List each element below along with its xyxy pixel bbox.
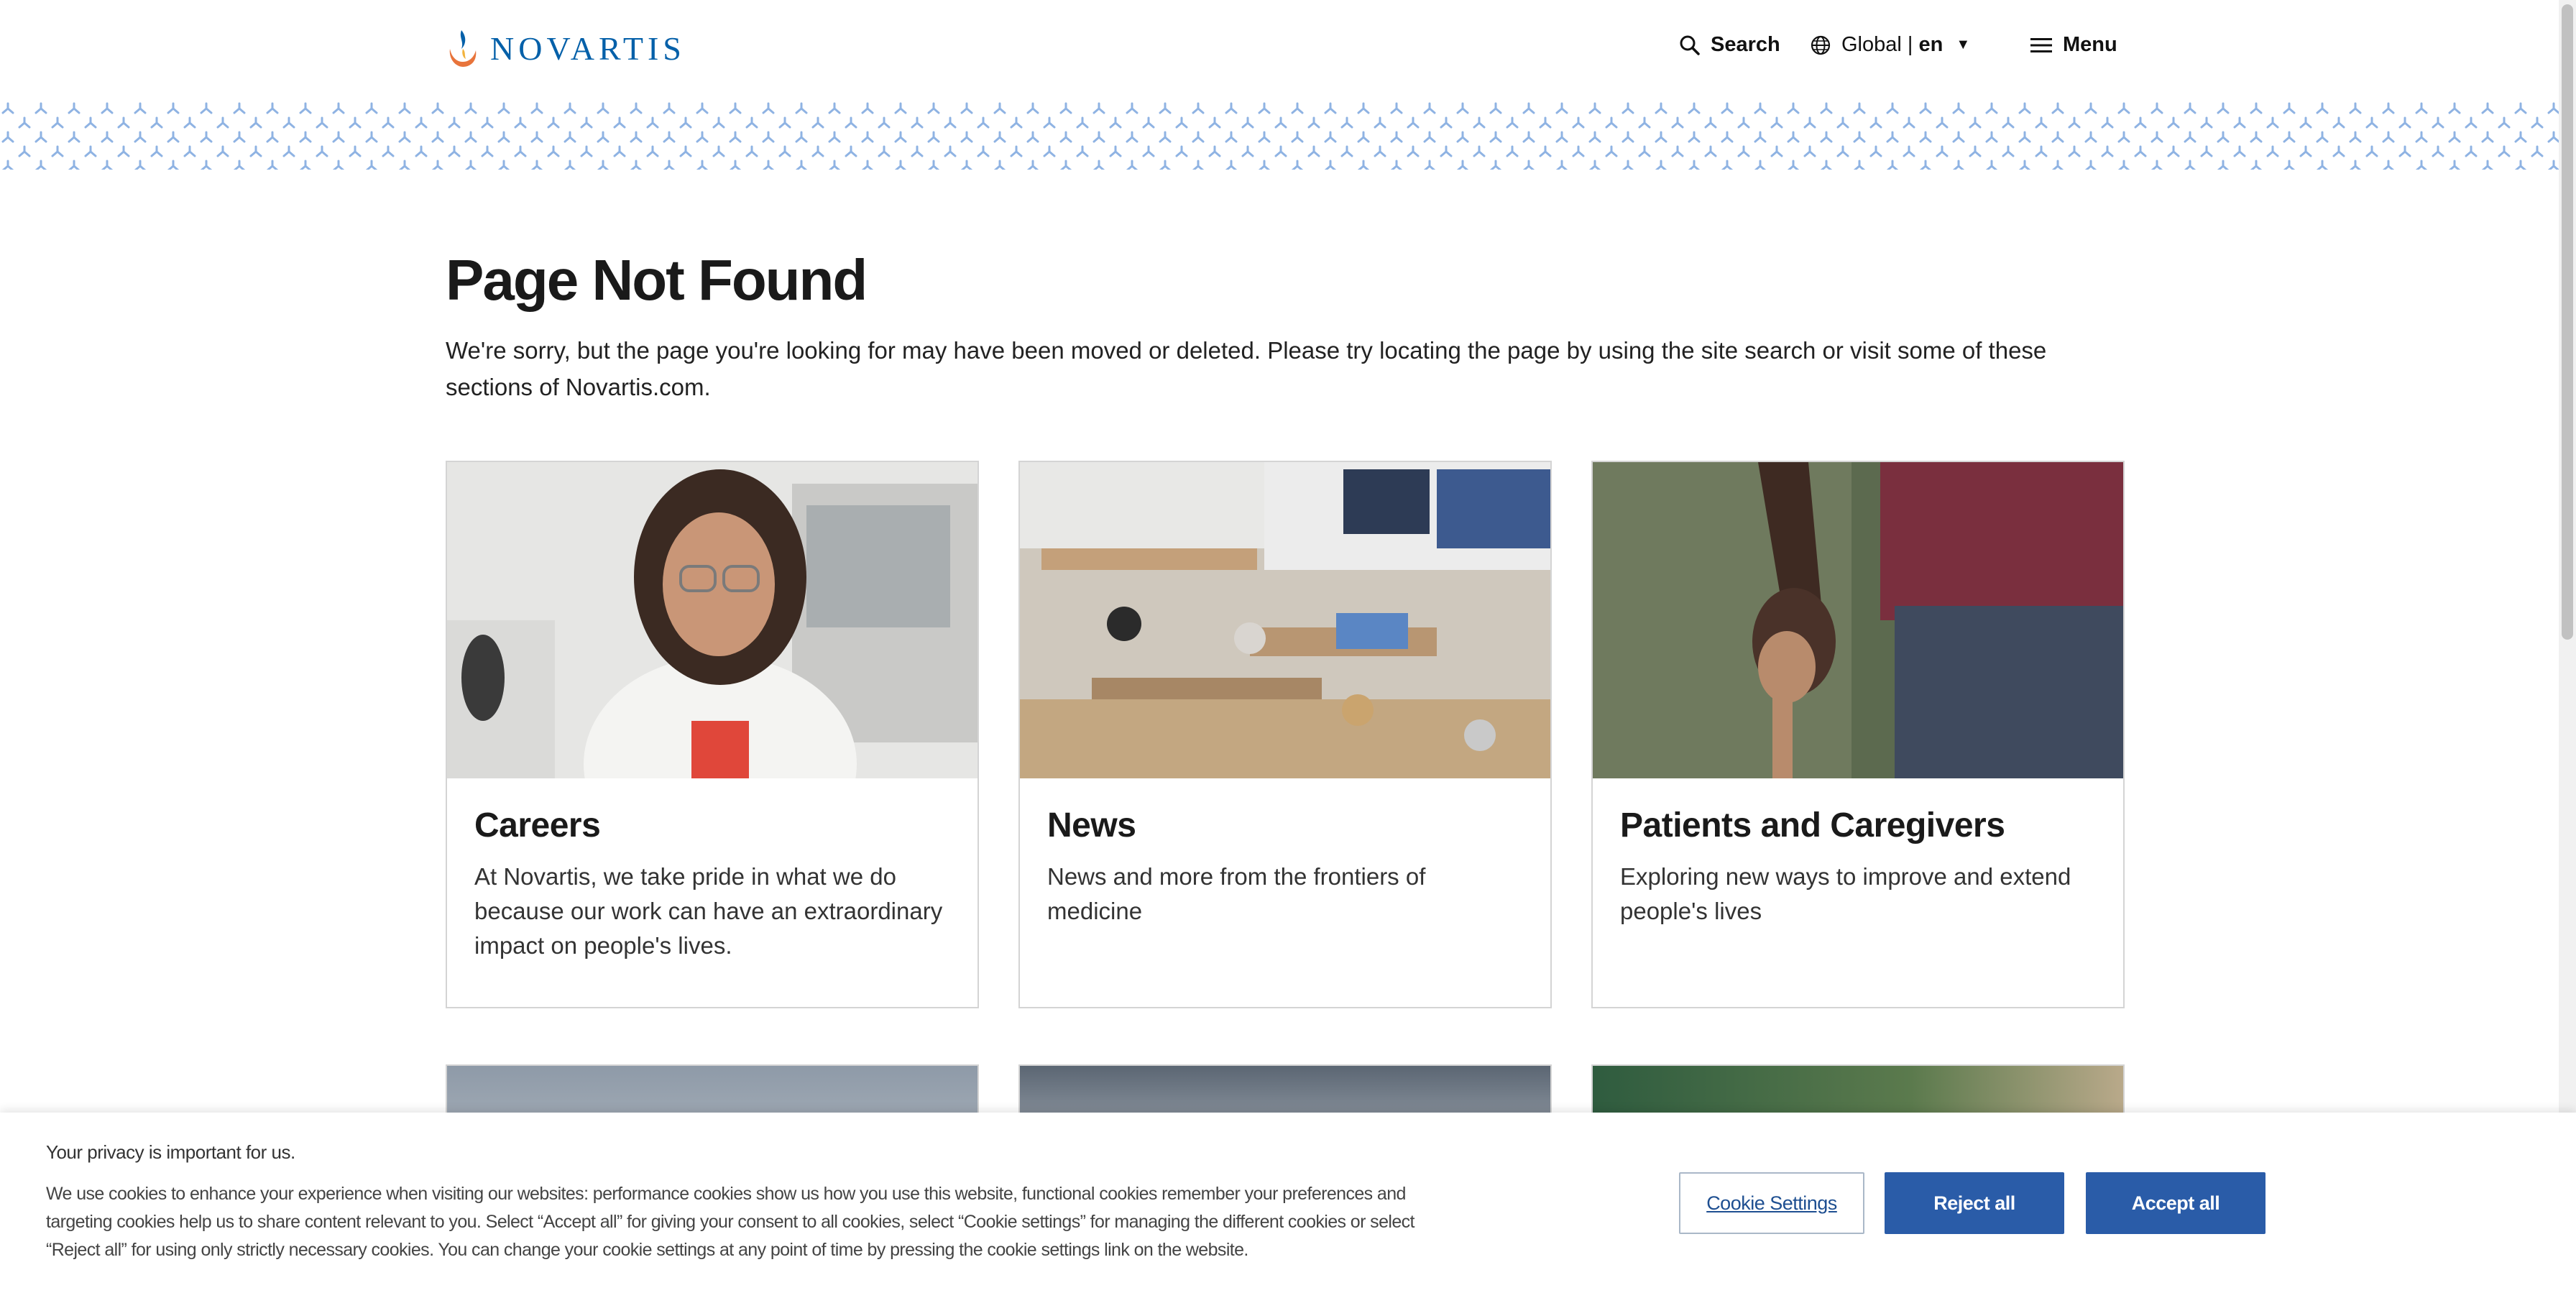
careers-image <box>447 462 978 778</box>
card-title: Patients and Caregivers <box>1620 806 2005 844</box>
site-header: NOVARTIS Search Global | en ▼ Menu <box>0 0 2559 101</box>
page-title: Page Not Found <box>446 248 868 312</box>
novartis-flame-logo <box>449 30 477 67</box>
page-intro: We're sorry, but the page you're looking… <box>446 337 2047 400</box>
language-label: en <box>1918 33 1944 56</box>
news-image <box>1020 462 1550 778</box>
card-description: Exploring new ways to improve and extend… <box>1620 863 2071 924</box>
hamburger-menu-icon <box>2030 37 2052 52</box>
news-card[interactable]: News News and more from the frontiers of… <box>1018 461 1552 1008</box>
region-language-selector[interactable]: Global | en ▼ <box>1810 33 1970 57</box>
novartis-logo[interactable]: NOVARTIS <box>446 27 686 69</box>
search-button[interactable]: Search <box>1679 33 1780 57</box>
region-label: Global | <box>1841 33 1919 56</box>
page-scrollbar[interactable] <box>2559 0 2576 1298</box>
patients-caregivers-image <box>1593 462 2123 778</box>
reject-all-button[interactable]: Reject all <box>1885 1172 2064 1234</box>
menu-button[interactable]: Menu <box>2030 33 2117 57</box>
card-description: At Novartis, we take pride in what we do… <box>474 863 943 959</box>
cookie-banner: Your privacy is important for us. We use… <box>0 1113 2576 1298</box>
careers-card[interactable]: Careers At Novartis, we take pride in wh… <box>446 461 979 1008</box>
logo-text: NOVARTIS <box>490 29 686 67</box>
scrollbar-thumb[interactable] <box>2562 4 2573 640</box>
caret-down-icon: ▼ <box>1956 37 1971 52</box>
card-description: News and more from the frontiers of medi… <box>1047 863 1426 924</box>
cookie-banner-text: We use cookies to enhance your experienc… <box>46 1184 1414 1260</box>
menu-label: Menu <box>2063 33 2117 56</box>
search-label: Search <box>1711 33 1780 56</box>
card-title: Careers <box>474 806 601 844</box>
decorative-pattern-band <box>0 101 2559 170</box>
globe-icon <box>1811 35 1831 55</box>
cookie-banner-title: Your privacy is important for us. <box>46 1141 295 1163</box>
patients-caregivers-card[interactable]: Patients and Caregivers Exploring new wa… <box>1591 461 2125 1008</box>
search-icon <box>1680 35 1700 55</box>
card-title: News <box>1047 806 1136 844</box>
cookie-settings-button[interactable]: Cookie Settings <box>1679 1172 1864 1234</box>
accept-all-button[interactable]: Accept all <box>2086 1172 2266 1234</box>
